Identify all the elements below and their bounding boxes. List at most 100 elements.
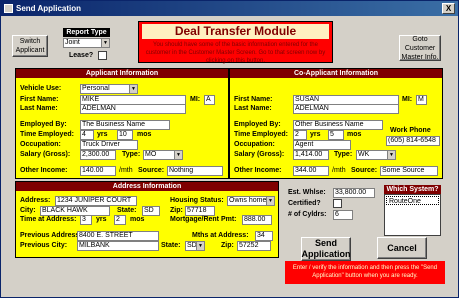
report-type-select[interactable]: Joint ▼ <box>63 38 110 48</box>
mi-field[interactable]: A <box>204 95 215 105</box>
salary-type-value: MO <box>145 151 157 158</box>
first-name-label: First Name: <box>20 96 59 103</box>
previous-zip-field[interactable]: 57252 <box>237 241 271 251</box>
address-years-field[interactable]: 3 <box>80 215 92 225</box>
housing-status-label: Housing Status: <box>170 197 224 204</box>
close-button[interactable]: X <box>442 3 455 14</box>
goto-customer-master-button[interactable]: Goto Customer Master Info. <box>399 35 441 61</box>
previous-city-field[interactable]: MILBANK <box>77 241 159 251</box>
mortgage-rent-field[interactable]: 888.00 <box>242 215 272 225</box>
chevron-down-icon[interactable]: ▼ <box>101 39 109 47</box>
chevron-down-icon[interactable]: ▼ <box>174 151 182 159</box>
cancel-button[interactable]: Cancel <box>377 237 427 259</box>
occupation-field[interactable]: Truck Driver <box>80 140 138 150</box>
employed-by-label: Employed By: <box>20 121 67 128</box>
coapplicant-header: Co-Applicant Information <box>230 69 442 78</box>
chevron-down-icon[interactable]: ▼ <box>129 85 137 93</box>
chevron-down-icon[interactable]: ▼ <box>266 197 274 205</box>
report-type-label: Report Type <box>63 28 110 37</box>
months-employed-field[interactable]: 10 <box>117 130 133 140</box>
report-type-value: Joint <box>65 39 80 46</box>
cylinders-field[interactable]: 6 <box>333 210 353 220</box>
system-listbox[interactable]: RouteOne <box>384 194 441 236</box>
zip-field[interactable]: 57718 <box>185 206 215 216</box>
instructions-text: Enter / verify the information and then … <box>285 261 445 284</box>
previous-state-select[interactable]: SD ▼ <box>185 241 205 251</box>
vehicle-use-select[interactable]: Personal ▼ <box>80 84 138 94</box>
previous-address-field[interactable]: 8400 E. STREET <box>77 231 159 241</box>
certified-checkbox[interactable] <box>333 199 342 208</box>
salary-type-label: Type: <box>122 151 141 158</box>
co-salary-type-label: Type: <box>334 151 353 158</box>
module-description: You should have some of the basic inform… <box>145 42 326 64</box>
previous-address-label: Previous Address: <box>20 232 82 239</box>
salary-type-select[interactable]: MO ▼ <box>143 150 183 160</box>
co-mi-label: MI: <box>402 96 413 103</box>
co-months-unit: mos <box>347 131 362 138</box>
zip-label: Zip: <box>170 207 183 214</box>
est-whlse-field[interactable]: 33,800.00 <box>333 188 375 198</box>
co-years-unit: yrs <box>310 131 321 138</box>
co-salary-type-select[interactable]: WK ▼ <box>356 150 396 160</box>
mortgage-rent-label: Mortgage/Rent Pmt: <box>170 216 237 223</box>
lease-checkbox[interactable] <box>98 51 107 60</box>
chevron-down-icon[interactable]: ▼ <box>387 151 395 159</box>
send-application-button[interactable]: Send Application <box>301 237 351 261</box>
co-salary-label: Salary (Gross): <box>234 151 285 158</box>
switch-applicant-button[interactable]: Switch Applicant <box>12 35 48 57</box>
address-field[interactable]: 1234 JUNIPER COURT <box>55 196 137 206</box>
chevron-down-icon[interactable]: ▼ <box>196 242 204 250</box>
co-other-income-label: Other Income: <box>234 167 282 174</box>
deal-transfer-panel: Deal Transfer Module You should have som… <box>138 21 333 64</box>
vehicle-use-value: Personal <box>82 85 110 92</box>
address-years-unit: yrs <box>96 216 107 223</box>
co-occupation-label: Occupation: <box>234 141 275 148</box>
state-label: State: <box>117 207 137 214</box>
mths-at-address-field[interactable]: 34 <box>255 231 273 241</box>
app-icon <box>4 4 13 13</box>
time-at-address-label: Time at Address: <box>20 216 77 223</box>
address-header: Address Information <box>16 182 278 191</box>
address-months-unit: mos <box>130 216 145 223</box>
co-employed-by-field[interactable]: Other Business Name <box>293 120 383 130</box>
last-name-label: Last Name: <box>20 105 58 112</box>
co-occupation-field[interactable]: Agent <box>293 140 351 150</box>
work-phone-label: Work Phone <box>390 127 431 134</box>
co-years-employed-field[interactable]: 2 <box>293 130 307 140</box>
co-salary-field[interactable]: 1,414.00 <box>293 150 329 160</box>
years-unit: yrs <box>97 131 108 138</box>
system-option-routeone[interactable]: RouteOne <box>386 196 439 205</box>
time-employed-label: Time Employed: <box>20 131 74 138</box>
mths-at-address-label: Mths at Address: <box>192 232 249 239</box>
address-months-field[interactable]: 2 <box>114 215 126 225</box>
per-month-label: /mth <box>119 167 133 174</box>
lease-label: Lease? <box>69 52 94 59</box>
city-label: City: <box>20 207 36 214</box>
co-employed-by-label: Employed By: <box>234 121 281 128</box>
salary-field[interactable]: 2,300.00 <box>80 150 116 160</box>
co-mi-field[interactable]: M <box>416 95 427 105</box>
employed-by-field[interactable]: The Business Name <box>80 120 170 130</box>
mi-label: MI: <box>190 96 201 103</box>
last-name-field[interactable]: ADELMAN <box>80 104 186 114</box>
months-unit: mos <box>137 131 152 138</box>
co-last-name-field[interactable]: ADELMAN <box>293 104 399 114</box>
housing-status-select[interactable]: Owns home ▼ <box>227 196 275 206</box>
co-months-employed-field[interactable]: 5 <box>328 130 344 140</box>
cylinders-label: # of Cyldrs: <box>288 211 327 218</box>
salary-label: Salary (Gross): <box>20 151 71 158</box>
other-income-field[interactable]: 140.00 <box>80 166 116 176</box>
co-source-field[interactable]: Some Source <box>380 166 438 176</box>
work-phone-field[interactable]: (605) 814-6548 <box>386 136 440 146</box>
previous-zip-label: Zip: <box>221 242 234 249</box>
years-employed-field[interactable]: 4 <box>80 130 94 140</box>
housing-status-value: Owns home <box>229 197 267 204</box>
send-application-window: Send Application X Switch Applicant Repo… <box>0 0 459 298</box>
source-field[interactable]: Nothing <box>167 166 223 176</box>
previous-state-label: State: <box>161 242 181 249</box>
previous-city-label: Previous City: <box>20 242 68 249</box>
co-other-income-field[interactable]: 344.00 <box>293 166 329 176</box>
co-salary-type-value: WK <box>358 151 370 158</box>
state-field[interactable]: SD <box>142 206 160 216</box>
city-field[interactable]: BLACK HAWK <box>40 206 110 216</box>
